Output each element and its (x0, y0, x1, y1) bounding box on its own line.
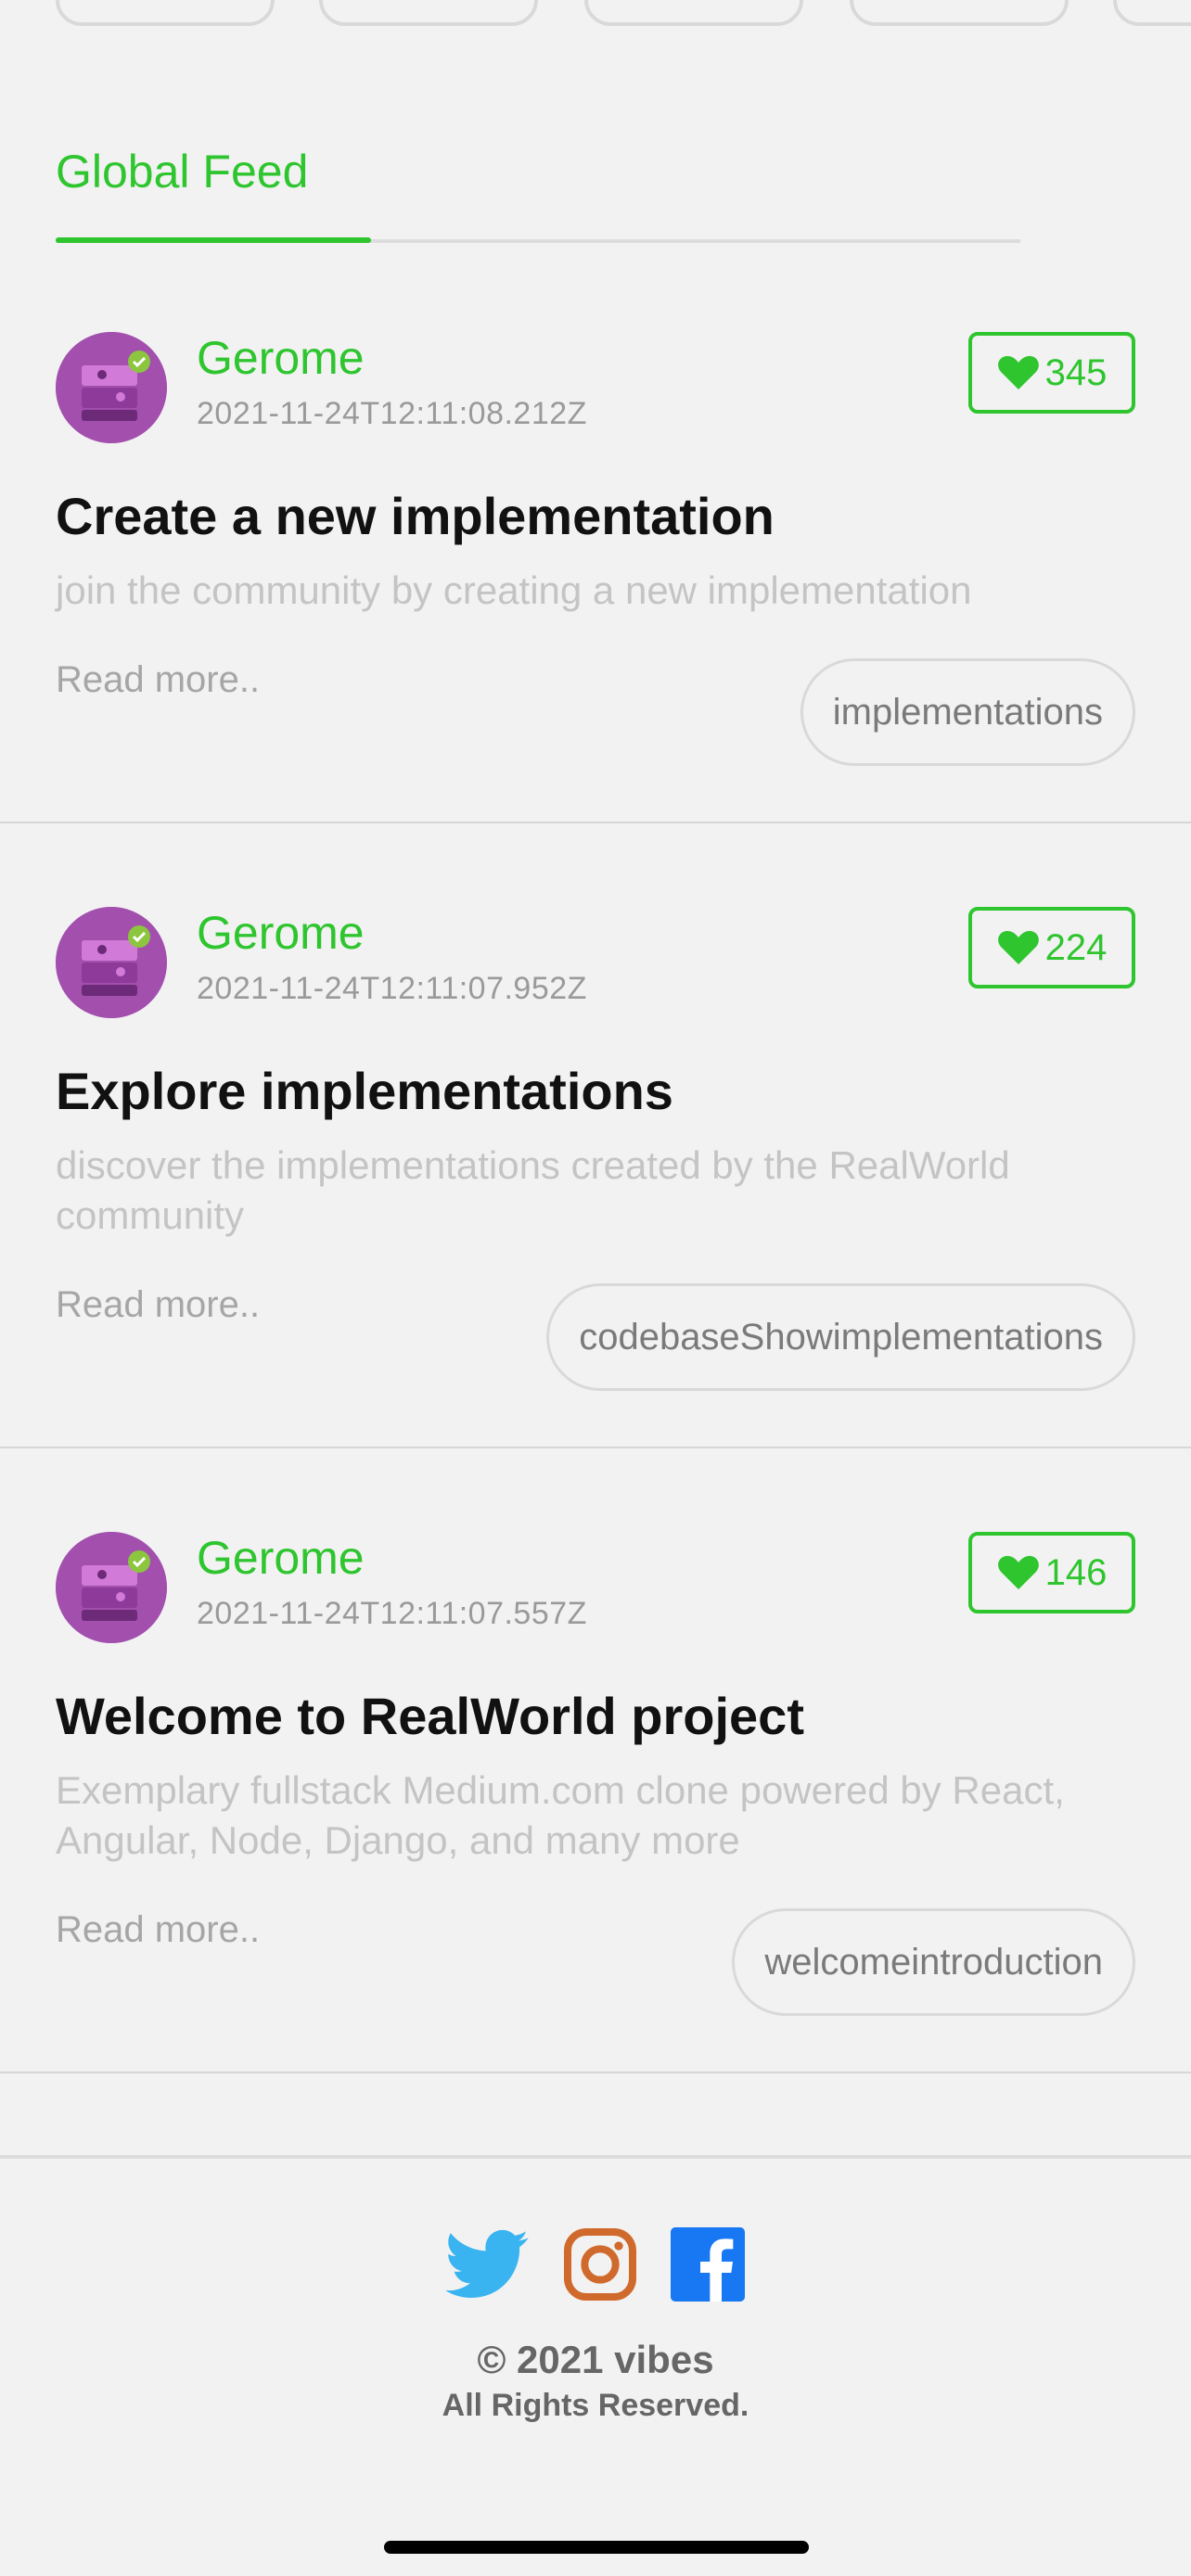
avatar-image (56, 907, 167, 1018)
favorite-button[interactable]: 224 (968, 907, 1135, 988)
author-name[interactable]: Gerome (197, 330, 365, 386)
author-name[interactable]: Gerome (197, 1530, 365, 1586)
article-preview: Gerome 2021-11-24T12:11:08.212Z 345 Crea… (0, 278, 1191, 823)
article-description: discover the implementations created by … (56, 1143, 1010, 1237)
avatar[interactable] (56, 1532, 167, 1643)
tag-pill[interactable]: welcomeintroduction (732, 1908, 1135, 2016)
popular-tag-pill[interactable] (1113, 0, 1191, 26)
article-title[interactable]: Create a new implementation (56, 484, 775, 549)
article-preview: Gerome 2021-11-24T12:11:07.952Z 224 Expl… (0, 823, 1191, 1448)
article-description: Exemplary fullstack Medium.com clone pow… (56, 1768, 1065, 1862)
feed-tab-bar: Global Feed (56, 139, 1020, 245)
tab-global-feed[interactable]: Global Feed (56, 139, 308, 204)
avatar[interactable] (56, 907, 167, 1018)
heart-icon (997, 931, 1039, 964)
article-date: 2021-11-24T12:11:08.212Z (197, 396, 587, 431)
read-more-link[interactable]: Read more.. (56, 657, 260, 703)
article-description: join the community by creating a new imp… (56, 568, 972, 612)
avatar[interactable] (56, 332, 167, 443)
favorite-count: 146 (1044, 1551, 1108, 1593)
tag-pill[interactable]: codebaseShowimplementations (546, 1283, 1135, 1391)
read-more-link[interactable]: Read more.. (56, 1906, 260, 1953)
article-title[interactable]: Welcome to RealWorld project (56, 1684, 804, 1749)
read-more-link[interactable]: Read more.. (56, 1282, 260, 1328)
heart-icon (997, 1556, 1039, 1589)
twitter-icon[interactable] (446, 2229, 530, 2300)
popular-tags-row (56, 0, 1191, 28)
favorite-button[interactable]: 345 (968, 332, 1135, 414)
article-date: 2021-11-24T12:11:07.557Z (197, 1596, 587, 1631)
rights-text: All Rights Reserved. (442, 2388, 749, 2423)
heart-icon (997, 356, 1039, 389)
instagram-icon[interactable] (563, 2227, 637, 2302)
copyright-text: © 2021 vibes (477, 2338, 714, 2381)
article-date: 2021-11-24T12:11:07.952Z (197, 971, 587, 1006)
avatar-image (56, 1532, 167, 1643)
popular-tag-pill[interactable] (584, 0, 803, 26)
article-title[interactable]: Explore implementations (56, 1059, 673, 1124)
footer-divider (0, 2155, 1191, 2159)
author-name[interactable]: Gerome (197, 905, 365, 961)
popular-tag-pill[interactable] (56, 0, 275, 26)
tag-pill[interactable]: implementations (800, 658, 1135, 766)
social-links (0, 2225, 1191, 2303)
favorite-count: 224 (1044, 926, 1108, 968)
facebook-icon[interactable] (671, 2227, 745, 2302)
popular-tag-pill[interactable] (850, 0, 1069, 26)
article-preview: Gerome 2021-11-24T12:11:07.557Z 146 Welc… (0, 1448, 1191, 2073)
popular-tag-pill[interactable] (319, 0, 538, 26)
avatar-image (56, 332, 167, 443)
tab-active-indicator (56, 237, 371, 243)
favorite-count: 345 (1044, 351, 1108, 393)
home-indicator[interactable] (384, 2541, 809, 2554)
favorite-button[interactable]: 146 (968, 1532, 1135, 1613)
